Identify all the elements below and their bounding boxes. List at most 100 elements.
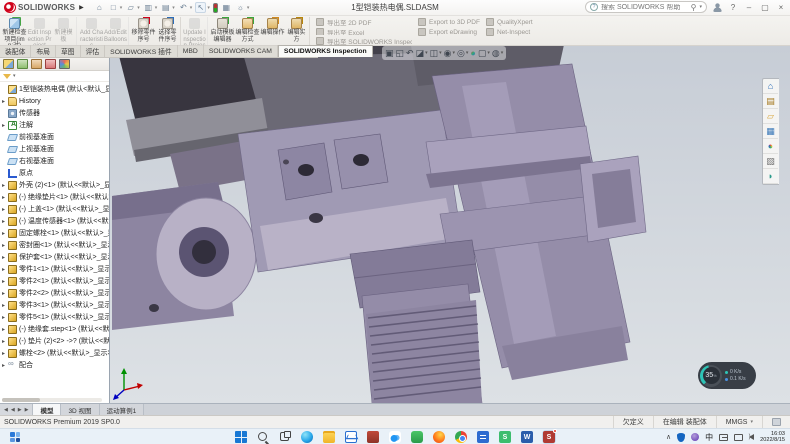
export-menu-item[interactable]: QualityXpert bbox=[486, 18, 533, 26]
panel-tab-icon[interactable] bbox=[31, 59, 42, 69]
ribbon-tab[interactable]: 装配体 bbox=[0, 45, 31, 57]
help-button[interactable]: ? bbox=[728, 3, 738, 12]
task-pane-tab-icon[interactable] bbox=[763, 94, 778, 109]
taskbar-app-button[interactable] bbox=[345, 431, 357, 443]
ribbon-button[interactable]: 启动模板编辑器 bbox=[210, 17, 235, 45]
graphics-viewport[interactable]: 35% 0 K/s 0.1 K/s bbox=[110, 46, 790, 403]
tree-item[interactable]: ▸ 外壳 (2)<1> (默认<<默认>_显示状态 bbox=[0, 179, 109, 191]
panel-tab-icon[interactable] bbox=[59, 59, 70, 69]
hud-tool-icon[interactable] bbox=[492, 48, 503, 59]
taskbar-app-button[interactable] bbox=[323, 431, 335, 443]
qat-button[interactable]: □ bbox=[108, 2, 123, 13]
panel-tab-icon[interactable] bbox=[45, 59, 56, 69]
panel-tab-icon[interactable] bbox=[17, 59, 28, 69]
tree-item[interactable]: ▸ 上视基准面 bbox=[0, 143, 109, 155]
task-pane-tab-icon[interactable] bbox=[763, 139, 778, 154]
tab-scroll-arrows[interactable]: ◀◀▶▶ bbox=[0, 404, 33, 415]
assistant-icon[interactable] bbox=[691, 433, 699, 441]
tree-item[interactable]: ▸ (-) 绝缘套.step<1> (默认<<默认> bbox=[0, 323, 109, 335]
taskbar-app-button[interactable]: S bbox=[543, 431, 555, 443]
hud-tool-icon[interactable] bbox=[470, 48, 475, 58]
taskbar-app-button[interactable] bbox=[301, 431, 313, 443]
performance-badge[interactable]: 35% 0 K/s 0.1 K/s bbox=[698, 362, 756, 389]
status-tag-button[interactable] bbox=[762, 416, 790, 428]
task-pane-tab-icon[interactable] bbox=[763, 109, 778, 124]
ribbon-tab[interactable]: MBD bbox=[178, 45, 204, 57]
ribbon-tab[interactable]: SOLIDWORKS CAM bbox=[204, 45, 278, 57]
document-tab[interactable]: 3D 视图 bbox=[61, 404, 99, 415]
export-menu-item[interactable]: Export to 3D PDF bbox=[418, 18, 480, 26]
ribbon-button[interactable]: 选择零件序号 bbox=[156, 17, 181, 45]
tree-item[interactable]: ▸ History bbox=[0, 95, 109, 107]
ribbon-button[interactable]: Add Characteristic bbox=[79, 17, 104, 45]
logo-flyout-arrow-icon[interactable]: ▶ bbox=[79, 4, 84, 11]
ime-language-indicator[interactable]: 中 bbox=[705, 432, 713, 443]
document-tab[interactable]: 模型 bbox=[33, 404, 61, 415]
ribbon-tab[interactable]: SOLIDWORKS Inspection bbox=[278, 45, 373, 57]
taskbar-app-button[interactable] bbox=[279, 431, 291, 443]
units-selector[interactable]: MMGS▾ bbox=[716, 416, 762, 428]
taskbar-app-button[interactable] bbox=[477, 431, 489, 443]
hud-tool-icon[interactable] bbox=[478, 48, 490, 59]
filter-funnel-icon[interactable] bbox=[3, 74, 11, 79]
ribbon-button[interactable]: 编辑检查方式 bbox=[235, 17, 260, 45]
export-menu-item[interactable]: 导出至 Excel bbox=[316, 28, 412, 36]
hud-tool-icon[interactable] bbox=[396, 48, 405, 59]
tree-item[interactable]: ▸ 1型铠装热电偶 (默认<默认_显示状态-1> bbox=[0, 83, 109, 95]
restore-button[interactable]: ▢ bbox=[760, 3, 770, 12]
task-pane-tab-icon[interactable] bbox=[763, 154, 778, 169]
tree-item[interactable]: ▸ 零件1<1> (默认<<默认>_显示状态 bbox=[0, 263, 109, 275]
help-search-box[interactable]: ? ⚲ ▾ bbox=[585, 1, 707, 13]
tab-scroll-last-icon[interactable]: ▶ bbox=[25, 407, 29, 413]
tree-item[interactable]: ▸ 零件2<1> (默认<<默认>_显示状态 bbox=[0, 275, 109, 287]
ribbon-tab[interactable]: 评估 bbox=[81, 45, 106, 57]
ribbon-button[interactable]: Edit Inspection Project bbox=[27, 17, 52, 45]
tree-item[interactable]: ▸ 零件5<1> (默认<<默认>_显示状态 bbox=[0, 311, 109, 323]
model-left-section[interactable] bbox=[112, 182, 256, 330]
minimize-button[interactable]: – bbox=[744, 3, 754, 12]
task-pane-tab-icon[interactable] bbox=[763, 124, 778, 139]
taskbar-app-button[interactable] bbox=[235, 431, 247, 443]
search-icon[interactable]: ⚲ bbox=[691, 3, 697, 12]
hud-tool-icon[interactable] bbox=[406, 48, 414, 59]
export-menu-item[interactable]: 导出至 2D PDF bbox=[316, 18, 412, 26]
tab-scroll-first-icon[interactable]: ◀ bbox=[4, 407, 8, 413]
panel-horizontal-scrollbar[interactable] bbox=[2, 398, 102, 402]
hud-tool-icon[interactable] bbox=[416, 48, 428, 59]
security-shield-icon[interactable] bbox=[677, 433, 685, 442]
taskbar-app-button[interactable] bbox=[389, 431, 401, 443]
tray-expand-icon[interactable] bbox=[666, 433, 671, 441]
widgets-button[interactable] bbox=[10, 432, 20, 442]
tree-item[interactable]: ▸ 螺栓<2> (默认<<默认>_显示状态 bbox=[0, 347, 109, 359]
display-icon[interactable] bbox=[734, 434, 743, 441]
ribbon-tab[interactable]: SOLIDWORKS 插件 bbox=[105, 45, 178, 57]
qat-button[interactable]: ▤ bbox=[160, 2, 175, 13]
model-threaded-stem[interactable] bbox=[350, 240, 482, 403]
tree-item[interactable]: ▸ 配合 bbox=[0, 359, 109, 371]
tree-item[interactable]: ▸ (-) 上盖<1> (默认<<默认>_显示状态 bbox=[0, 203, 109, 215]
task-pane-tab-icon[interactable] bbox=[763, 169, 778, 184]
ribbon-button[interactable]: Update Inspection Project bbox=[183, 17, 208, 45]
hud-tool-icon[interactable] bbox=[457, 48, 468, 59]
export-menu-item[interactable]: Export eDrawing bbox=[418, 28, 480, 36]
ribbon-tab[interactable]: 草图 bbox=[56, 45, 81, 57]
ribbon-button[interactable]: 移除零件序号 bbox=[131, 17, 156, 45]
tree-item[interactable]: ▸ 右视基准面 bbox=[0, 155, 109, 167]
tree-item[interactable]: ▸ 零件3<1> (默认<<默认>_显示状态 bbox=[0, 299, 109, 311]
tab-scroll-prev-icon[interactable]: ◀ bbox=[11, 407, 15, 413]
qat-button[interactable]: ▦ bbox=[221, 2, 232, 13]
panel-tab-icon[interactable] bbox=[3, 59, 14, 69]
task-pane-tab-icon[interactable] bbox=[763, 79, 778, 94]
hud-tool-icon[interactable] bbox=[385, 48, 394, 59]
tree-item[interactable]: ▸ 保护套<1> (默认<<默认>_显示状态 bbox=[0, 251, 109, 263]
close-button[interactable]: × bbox=[776, 3, 786, 12]
tree-item[interactable]: ▸ 原点 bbox=[0, 167, 109, 179]
tree-item[interactable]: ▸ 传感器 bbox=[0, 107, 109, 119]
tree-item[interactable]: ▸ 前视基准面 bbox=[0, 131, 109, 143]
hud-tool-icon[interactable] bbox=[430, 48, 442, 59]
qat-button[interactable]: ↖ bbox=[195, 2, 210, 13]
qat-button[interactable]: ☼ bbox=[235, 2, 250, 13]
ribbon-button[interactable]: 编辑实方 bbox=[285, 17, 310, 45]
ribbon-tab[interactable]: 布局 bbox=[31, 45, 56, 57]
tree-item[interactable]: ▸ 固定螺栓<1> (默认<<默认>_显示状态 bbox=[0, 227, 109, 239]
